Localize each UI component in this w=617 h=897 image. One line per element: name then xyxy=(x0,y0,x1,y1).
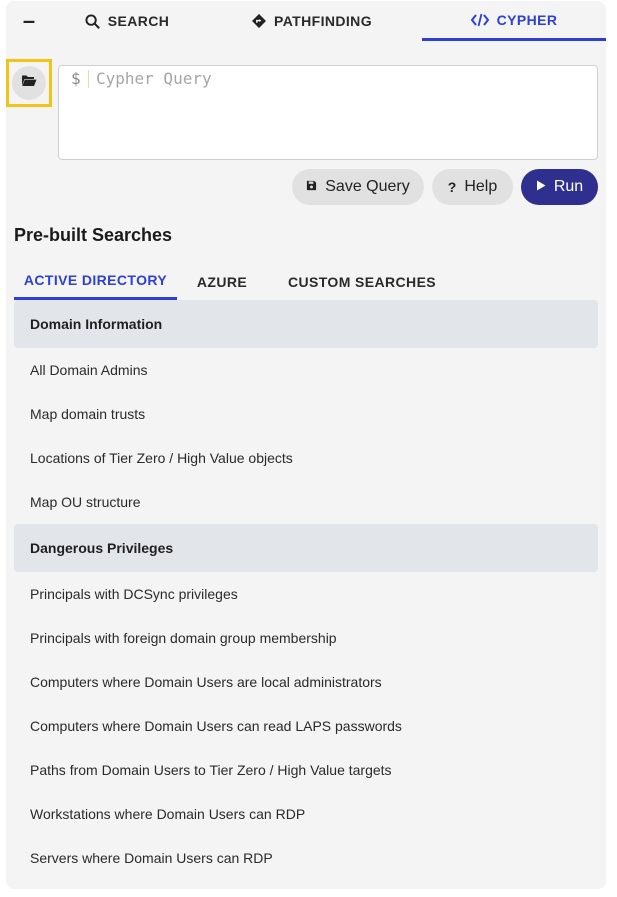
group-header: Domain Information xyxy=(14,300,598,348)
tab-active-directory[interactable]: ACTIVE DIRECTORY xyxy=(14,263,177,300)
save-query-button[interactable]: Save Query xyxy=(292,169,424,205)
save-icon xyxy=(306,178,317,196)
list-item[interactable]: Servers where Domain Users can RDP xyxy=(14,836,598,880)
prebuilt-tabs: ACTIVE DIRECTORY AZURE CUSTOM SEARCHES xyxy=(14,263,457,300)
play-icon xyxy=(536,178,546,196)
cypher-panel: $ Cypher Query Save Query ? Help Run Pre… xyxy=(6,41,606,889)
query-placeholder: Cypher Query xyxy=(96,69,212,88)
query-gutter-line xyxy=(88,70,89,88)
help-button[interactable]: ? Help xyxy=(432,169,513,205)
list-item[interactable]: Computers where Domain Users are local a… xyxy=(14,660,598,704)
list-item[interactable]: All Domain Admins xyxy=(14,348,598,392)
help-label: Help xyxy=(464,178,498,195)
pathfinding-icon xyxy=(252,14,266,28)
tab-pathfinding-label: PATHFINDING xyxy=(274,13,372,29)
run-label: Run xyxy=(553,178,584,195)
code-icon xyxy=(470,13,489,27)
run-button[interactable]: Run xyxy=(521,169,598,205)
prebuilt-search-list: Domain Information All Domain Admins Map… xyxy=(14,300,598,880)
tab-custom-searches[interactable]: CUSTOM SEARCHES xyxy=(267,263,457,300)
tab-cypher[interactable]: CYPHER xyxy=(422,1,606,41)
tab-cypher-label: CYPHER xyxy=(496,11,558,28)
list-item[interactable]: Paths from Domain Users to Tier Zero / H… xyxy=(14,748,598,792)
folder-open-icon xyxy=(21,74,37,92)
collapse-button[interactable]: – xyxy=(6,1,52,41)
cypher-query-input[interactable]: $ Cypher Query xyxy=(58,65,598,160)
tab-pathfinding[interactable]: PATHFINDING xyxy=(202,1,422,41)
folder-button-highlight xyxy=(6,59,52,107)
group-header: Dangerous Privileges xyxy=(14,524,598,572)
list-item[interactable]: Locations of Tier Zero / High Value obje… xyxy=(14,436,598,480)
list-item[interactable]: Workstations where Domain Users can RDP xyxy=(14,792,598,836)
list-item[interactable]: Map domain trusts xyxy=(14,392,598,436)
list-item[interactable]: Map OU structure xyxy=(14,480,598,524)
search-icon xyxy=(85,13,100,29)
prebuilt-searches-title: Pre-built Searches xyxy=(14,225,173,245)
question-icon: ? xyxy=(447,179,457,195)
tab-bar: – SEARCH PATHFINDING CYPHER xyxy=(6,1,606,41)
saved-queries-button[interactable] xyxy=(12,66,46,100)
tab-search-label: SEARCH xyxy=(107,13,170,29)
tab-search[interactable]: SEARCH xyxy=(52,1,202,41)
query-prompt: $ xyxy=(71,69,81,88)
list-item[interactable]: Principals with DCSync privileges xyxy=(14,572,598,616)
tab-azure[interactable]: AZURE xyxy=(177,263,267,300)
save-query-label: Save Query xyxy=(325,178,410,195)
list-item[interactable]: Principals with foreign domain group mem… xyxy=(14,616,598,660)
list-item[interactable]: Computers where Domain Users can read LA… xyxy=(14,704,598,748)
